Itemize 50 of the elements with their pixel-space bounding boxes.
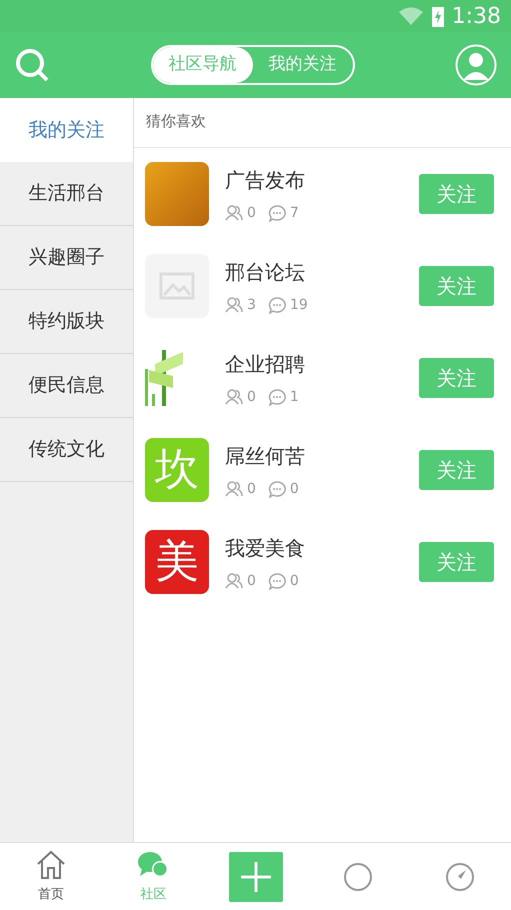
logo-tile: 美 — [145, 530, 209, 594]
member-count: 0 — [247, 480, 256, 498]
circle-icon — [342, 860, 374, 892]
search-icon[interactable] — [14, 47, 50, 83]
post-count: 0 — [290, 572, 299, 590]
segment-tab[interactable]: 社区导航 — [152, 47, 252, 83]
post-count: 7 — [290, 204, 299, 222]
comment-icon — [268, 296, 286, 314]
members-icon — [225, 205, 243, 221]
follow-button[interactable]: 关注 — [419, 450, 494, 490]
comment-icon — [268, 204, 286, 222]
comment-icon — [268, 572, 286, 590]
logo-tile: 坎 — [145, 438, 209, 502]
forum-name: 屌丝何苦 — [225, 442, 306, 470]
comment-icon — [268, 388, 286, 406]
battery-icon — [432, 5, 444, 27]
segment-tab[interactable]: 我的关注 — [252, 47, 352, 83]
follow-button[interactable]: 关注 — [419, 358, 494, 398]
home-icon — [35, 848, 68, 881]
profile-icon[interactable] — [455, 44, 497, 86]
members-icon — [225, 389, 243, 405]
nav-tab[interactable]: 首页 — [0, 848, 102, 904]
follow-button[interactable]: 关注 — [419, 266, 494, 306]
photo-placeholder — [145, 162, 209, 226]
follow-button[interactable]: 关注 — [419, 542, 494, 582]
forum-name: 邢台论坛 — [225, 258, 306, 286]
section-title: 猜你喜欢 — [134, 98, 511, 148]
follow-button[interactable]: 关注 — [419, 174, 494, 214]
nav-tab[interactable]: 社区 — [102, 848, 204, 904]
members-icon — [225, 573, 243, 589]
member-count: 3 — [247, 296, 256, 314]
members-icon — [225, 297, 243, 313]
members-icon — [225, 481, 243, 497]
member-count: 0 — [247, 204, 256, 222]
member-count: 0 — [247, 572, 256, 590]
signpost-icon — [145, 350, 183, 406]
post-count: 0 — [290, 480, 299, 498]
post-count: 1 — [290, 388, 299, 406]
comment-icon — [268, 480, 286, 498]
member-count: 0 — [247, 388, 256, 406]
compass-icon — [444, 860, 476, 892]
post-count: 19 — [290, 296, 308, 314]
plus-icon — [240, 860, 272, 892]
forum-name: 广告发布 — [225, 166, 306, 194]
wifi-icon — [398, 6, 424, 26]
add-button[interactable] — [228, 852, 282, 902]
forum-name: 企业招聘 — [225, 350, 306, 378]
sidebar-item[interactable]: 我的关注 — [0, 98, 133, 162]
status-time: 1:38 — [452, 2, 501, 30]
forum-name: 我爱美食 — [225, 534, 306, 562]
